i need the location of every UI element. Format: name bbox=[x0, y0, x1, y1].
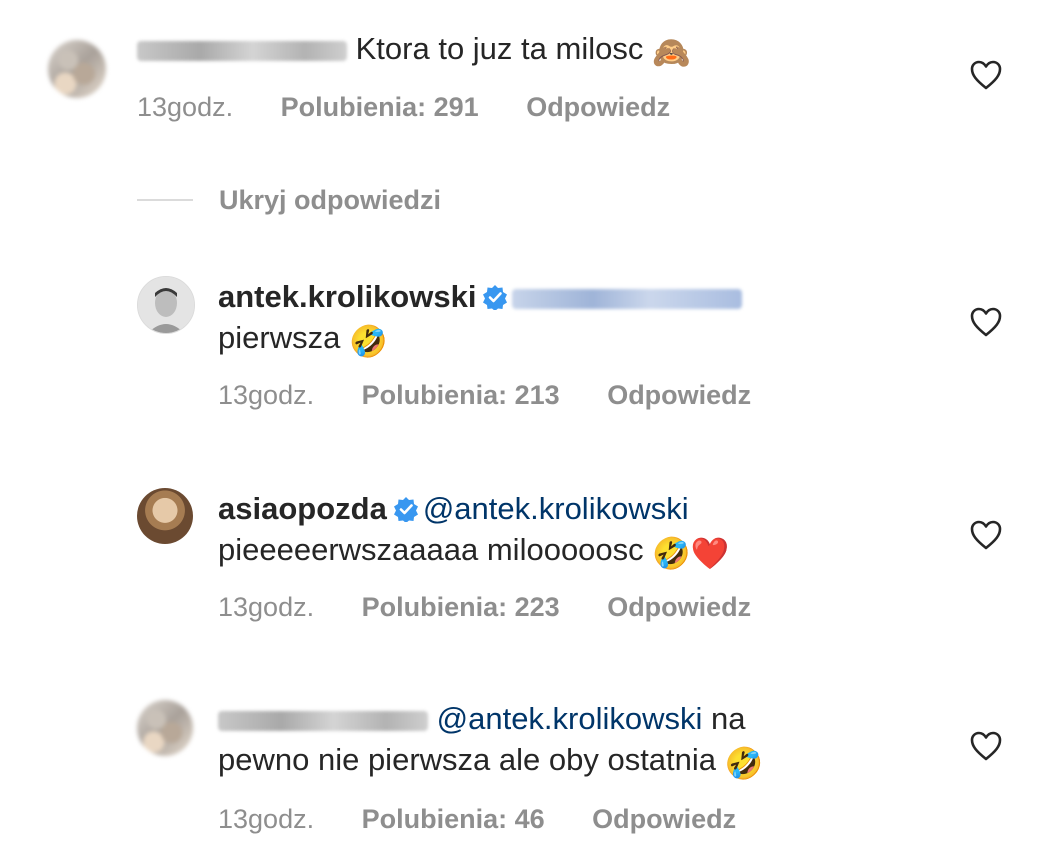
heart-outline-icon[interactable] bbox=[970, 731, 1002, 761]
hide-replies-toggle[interactable]: Ukryj odpowiedzi bbox=[137, 180, 441, 220]
reply-button[interactable]: Odpowiedz bbox=[607, 380, 751, 410]
avatar-portrait bbox=[138, 277, 194, 333]
comment-body: antek.krolikowski pierwsza 🤣 bbox=[218, 276, 918, 363]
mention-link[interactable]: @antek.krolikowski bbox=[437, 701, 703, 736]
likes-count[interactable]: Polubienia: 223 bbox=[362, 592, 560, 622]
hide-replies-label: Ukryj odpowiedzi bbox=[219, 184, 442, 215]
verified-badge-icon bbox=[393, 497, 418, 522]
comment-text-line2: pewno nie pierwsza ale oby ostatnia bbox=[218, 742, 717, 777]
red-heart-emoji: ❤️ bbox=[690, 536, 730, 572]
heart-outline-icon[interactable] bbox=[970, 60, 1002, 90]
comment-meta: 13godz. Polubienia: 223 Odpowiedz bbox=[218, 592, 791, 623]
comment-text-line1: na bbox=[711, 701, 746, 736]
comment-body: @antek.krolikowski na pewno nie pierwsza… bbox=[218, 698, 918, 785]
username[interactable]: antek.krolikowski bbox=[218, 279, 476, 314]
avatar[interactable] bbox=[137, 276, 195, 334]
heart-outline-icon[interactable] bbox=[970, 307, 1002, 337]
comment-text: pierwsza bbox=[218, 320, 341, 355]
see-no-evil-monkey-emoji: 🙈 bbox=[651, 35, 691, 71]
avatar[interactable] bbox=[137, 700, 193, 756]
timestamp: 13godz. bbox=[218, 380, 315, 410]
rolling-laughing-emoji: 🤣 bbox=[348, 324, 388, 360]
mention-blurred[interactable] bbox=[512, 288, 743, 309]
avatar[interactable] bbox=[137, 488, 193, 544]
comment-body: asiaopozda @antek.krolikowski pieeeeerws… bbox=[218, 488, 918, 575]
rolling-laughing-emoji: 🤣 bbox=[652, 536, 691, 572]
likes-count[interactable]: Polubienia: 213 bbox=[362, 380, 560, 410]
comment-meta: 13godz. Polubienia: 291 Odpowiedz bbox=[137, 92, 710, 123]
divider-line bbox=[137, 199, 193, 201]
username-blurred[interactable] bbox=[218, 710, 428, 731]
verified-badge-icon bbox=[483, 285, 508, 310]
comment-meta: 13godz. Polubienia: 213 Odpowiedz bbox=[218, 380, 791, 411]
username-blurred[interactable] bbox=[137, 40, 347, 61]
username[interactable]: asiaopozda bbox=[218, 491, 387, 526]
likes-count[interactable]: Polubienia: 291 bbox=[281, 92, 479, 122]
timestamp: 13godz. bbox=[218, 804, 315, 834]
comment-text: pieeeeerwszaaaaa milooooosc bbox=[218, 532, 644, 567]
comment-meta: 13godz. Polubienia: 46 Odpowiedz bbox=[218, 804, 776, 835]
reply-button[interactable]: Odpowiedz bbox=[526, 92, 670, 122]
avatar[interactable] bbox=[48, 40, 106, 98]
reply-button[interactable]: Odpowiedz bbox=[607, 592, 751, 622]
reply-button[interactable]: Odpowiedz bbox=[592, 804, 736, 834]
timestamp: 13godz. bbox=[137, 92, 234, 122]
likes-count[interactable]: Polubienia: 46 bbox=[362, 804, 545, 834]
comment-body: Ktora to juz ta milosc 🙈 bbox=[137, 28, 937, 74]
rolling-laughing-emoji: 🤣 bbox=[724, 746, 764, 782]
heart-outline-icon[interactable] bbox=[970, 520, 1002, 550]
mention-link[interactable]: @antek.krolikowski bbox=[423, 491, 689, 526]
comment-text: Ktora to juz ta milosc bbox=[355, 31, 644, 66]
timestamp: 13godz. bbox=[218, 592, 315, 622]
